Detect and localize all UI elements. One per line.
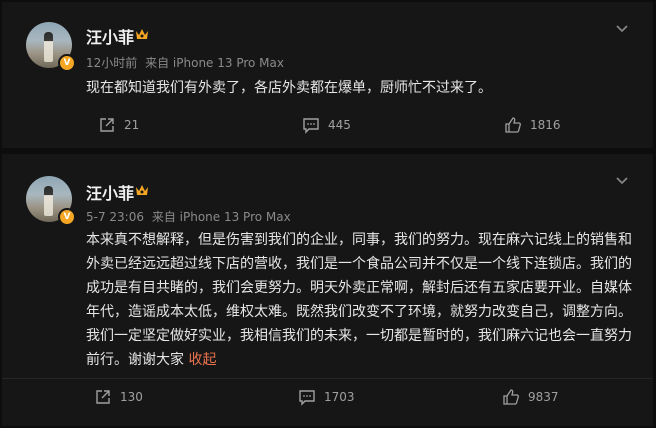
comment-count: 1703 <box>324 390 355 404</box>
share-icon <box>100 118 114 132</box>
post-time[interactable]: 5-7 23:06 <box>86 210 144 224</box>
repost-button[interactable]: 130 <box>94 388 143 406</box>
author-name[interactable]: 汪小菲 <box>86 24 134 48</box>
verified-badge-icon: V <box>58 54 76 72</box>
like-count: 1816 <box>530 118 561 132</box>
post-meta: 5-7 23:06 来自 iPhone 13 Pro Max <box>86 208 295 225</box>
comment-button[interactable]: 1703 <box>298 388 355 406</box>
thumbs-up-icon <box>505 117 521 133</box>
post-time[interactable]: 12小时前 <box>86 56 137 70</box>
repost-count: 130 <box>120 390 143 404</box>
crown-icon <box>136 29 148 39</box>
weibo-post-2: V 汪小菲 5-7 23:06 来自 iPhone 13 Pro Max 本来真… <box>2 154 653 426</box>
chevron-down-icon[interactable] <box>615 176 629 186</box>
share-icon <box>96 390 110 404</box>
weibo-post-1: V 汪小菲 12小时前 来自 iPhone 13 Pro Max 现在都知道我们… <box>2 2 653 148</box>
comment-button[interactable]: 445 <box>302 116 351 134</box>
post-content: 本来真不想解释，但是伤害到我们的企业，同事，我们的努力。现在麻六记线上的销售和外… <box>86 228 634 372</box>
comment-icon <box>299 390 315 406</box>
chevron-down-icon[interactable] <box>615 24 629 34</box>
post-content-text: 本来真不想解释，但是伤害到我们的企业，同事，我们的努力。现在麻六记线上的销售和外… <box>86 232 632 368</box>
comment-count: 445 <box>328 118 351 132</box>
like-count: 9837 <box>528 390 559 404</box>
like-button[interactable]: 1816 <box>504 116 561 134</box>
thumbs-up-icon <box>503 389 519 405</box>
comment-icon <box>303 118 319 134</box>
post-content: 现在都知道我们有外卖了，各店外卖都在爆单，厨师忙不过来了。 <box>86 80 492 96</box>
verified-badge-icon: V <box>58 208 76 226</box>
collapse-link[interactable]: 收起 <box>188 352 216 368</box>
crown-icon <box>136 185 148 195</box>
author-name[interactable]: 汪小菲 <box>86 180 134 204</box>
like-button[interactable]: 9837 <box>502 388 559 406</box>
repost-count: 21 <box>124 118 140 132</box>
post-source: 来自 iPhone 13 Pro Max <box>145 56 284 70</box>
post-meta: 12小时前 来自 iPhone 13 Pro Max <box>86 54 288 71</box>
repost-button[interactable]: 21 <box>98 116 139 134</box>
divider <box>2 378 653 379</box>
post-source: 来自 iPhone 13 Pro Max <box>151 210 291 224</box>
